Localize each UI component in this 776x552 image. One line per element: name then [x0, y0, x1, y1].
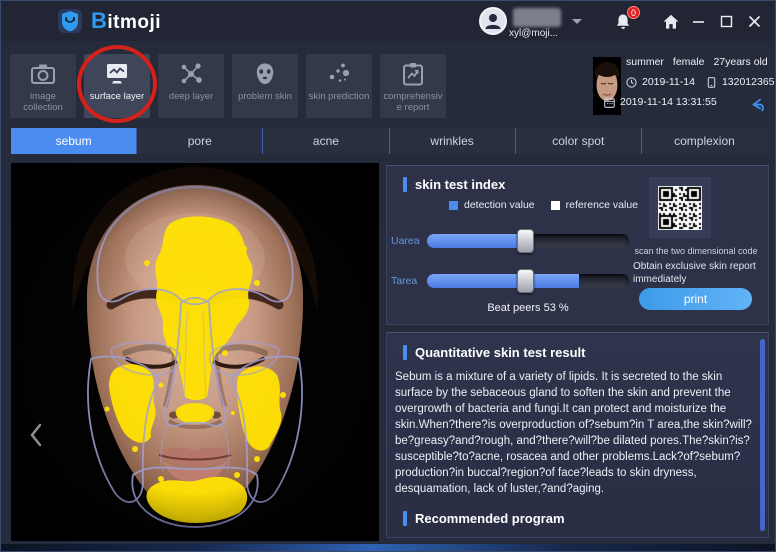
user-avatar[interactable]	[479, 7, 507, 35]
uarea-label: Uarea	[391, 235, 427, 247]
camera-icon	[30, 61, 56, 87]
section-accent-bar	[403, 511, 407, 526]
title-bar: Bitmoji xyl@moji... 0	[1, 1, 776, 41]
minimize-button[interactable]	[687, 11, 709, 31]
tab-wrinkles[interactable]: wrinkles	[389, 128, 515, 154]
face-mask-icon	[252, 61, 278, 87]
recommended-heading: Recommended program	[415, 511, 565, 526]
reference-value-label: reference value	[566, 199, 638, 211]
phone-icon	[706, 77, 717, 88]
uarea-slider-track[interactable]	[427, 234, 629, 248]
previous-image-button[interactable]	[25, 418, 47, 452]
record-datetime: 2019-11-14 13:31:55	[620, 96, 717, 108]
monitor-wave-icon	[104, 61, 130, 87]
result-heading: Quantitative skin test result	[415, 345, 586, 360]
scrollbar[interactable]	[760, 339, 765, 531]
patient-card: summer female 27years old 2019-11-14 132…	[593, 55, 773, 117]
clock-icon	[626, 77, 637, 88]
qr-code	[658, 186, 702, 230]
tab-acne[interactable]: acne	[262, 128, 388, 154]
molecule-icon	[178, 61, 204, 87]
print-button[interactable]: print	[639, 288, 752, 310]
patient-age: 27years old	[713, 56, 767, 68]
surface-layer-button[interactable]: surface layer	[84, 54, 150, 118]
patient-phone: 13201236569	[722, 76, 776, 88]
chevron-down-icon[interactable]	[572, 19, 582, 24]
tab-sebum[interactable]: sebum	[11, 128, 136, 154]
result-panel: Quantitative skin test result Sebum is a…	[386, 332, 769, 538]
app-title: Bitmoji	[91, 8, 161, 34]
analysis-tab-bar: sebum pore acne wrinkles color spot comp…	[11, 128, 767, 154]
problem-skin-button[interactable]: problem skin	[232, 54, 298, 118]
tarea-detection-fill	[427, 274, 579, 288]
chevron-left-icon	[29, 423, 43, 447]
record-date: 2019-11-14	[642, 76, 695, 88]
tarea-slider-track[interactable]	[427, 274, 629, 288]
toolbar: image collection surface layer deep laye…	[10, 54, 446, 118]
result-body-text: Sebum is a mixture of a variety of lipid…	[395, 369, 755, 497]
tab-pore[interactable]: pore	[136, 128, 262, 154]
section-accent-bar	[403, 345, 407, 360]
tarea-label: Tarea	[391, 275, 427, 287]
calendar-icon	[604, 97, 615, 108]
detection-value-swatch	[449, 201, 458, 210]
deep-layer-button[interactable]: deep layer	[158, 54, 224, 118]
person-icon	[483, 11, 503, 31]
tarea-reference-handle[interactable]	[517, 269, 534, 293]
notification-badge: 0	[627, 6, 640, 19]
app-brand: Bitmoji	[57, 8, 161, 34]
window-bottom-edge	[1, 544, 776, 551]
patient-gender: female	[673, 56, 705, 68]
uarea-reference-handle[interactable]	[517, 229, 534, 253]
home-icon[interactable]	[661, 12, 681, 32]
image-collection-button[interactable]: image collection	[10, 54, 76, 118]
tarea-slider: Tarea	[391, 274, 629, 288]
tab-color-spot[interactable]: color spot	[515, 128, 641, 154]
return-arrow-icon[interactable]	[749, 97, 765, 113]
tab-complexion[interactable]: complexion	[641, 128, 767, 154]
patient-name: summer	[626, 56, 664, 68]
face-analysis-image	[11, 163, 379, 541]
section-accent-bar	[403, 177, 407, 192]
face-panel	[11, 163, 379, 541]
qr-caption: scan the two dimensional code	[625, 246, 767, 256]
dots-icon	[326, 61, 352, 87]
comprehensive-report-button[interactable]: comprehensive report	[380, 54, 446, 118]
detection-value-label: detection value	[464, 199, 535, 211]
legend: detection value reference value	[449, 199, 638, 211]
skin-prediction-button[interactable]: skin prediction	[306, 54, 372, 118]
qr-box	[649, 177, 711, 238]
uarea-detection-fill	[427, 234, 526, 248]
qr-subcaption: Obtain exclusive skin report immediately	[633, 260, 763, 286]
skin-test-panel: skin test index detection value referenc…	[386, 165, 769, 325]
app-logo-icon	[57, 8, 83, 34]
app-window: Bitmoji xyl@moji... 0	[0, 0, 776, 552]
beat-peers-text: Beat peers 53 %	[427, 302, 629, 314]
skin-test-heading: skin test index	[415, 177, 505, 192]
account-email: xyl@moji...	[509, 28, 558, 39]
clipboard-chart-icon	[400, 61, 426, 87]
maximize-button[interactable]	[715, 11, 737, 31]
reference-value-swatch	[551, 201, 560, 210]
uarea-slider: Uarea	[391, 234, 629, 248]
close-button[interactable]	[743, 11, 765, 31]
censored-username	[513, 8, 561, 27]
